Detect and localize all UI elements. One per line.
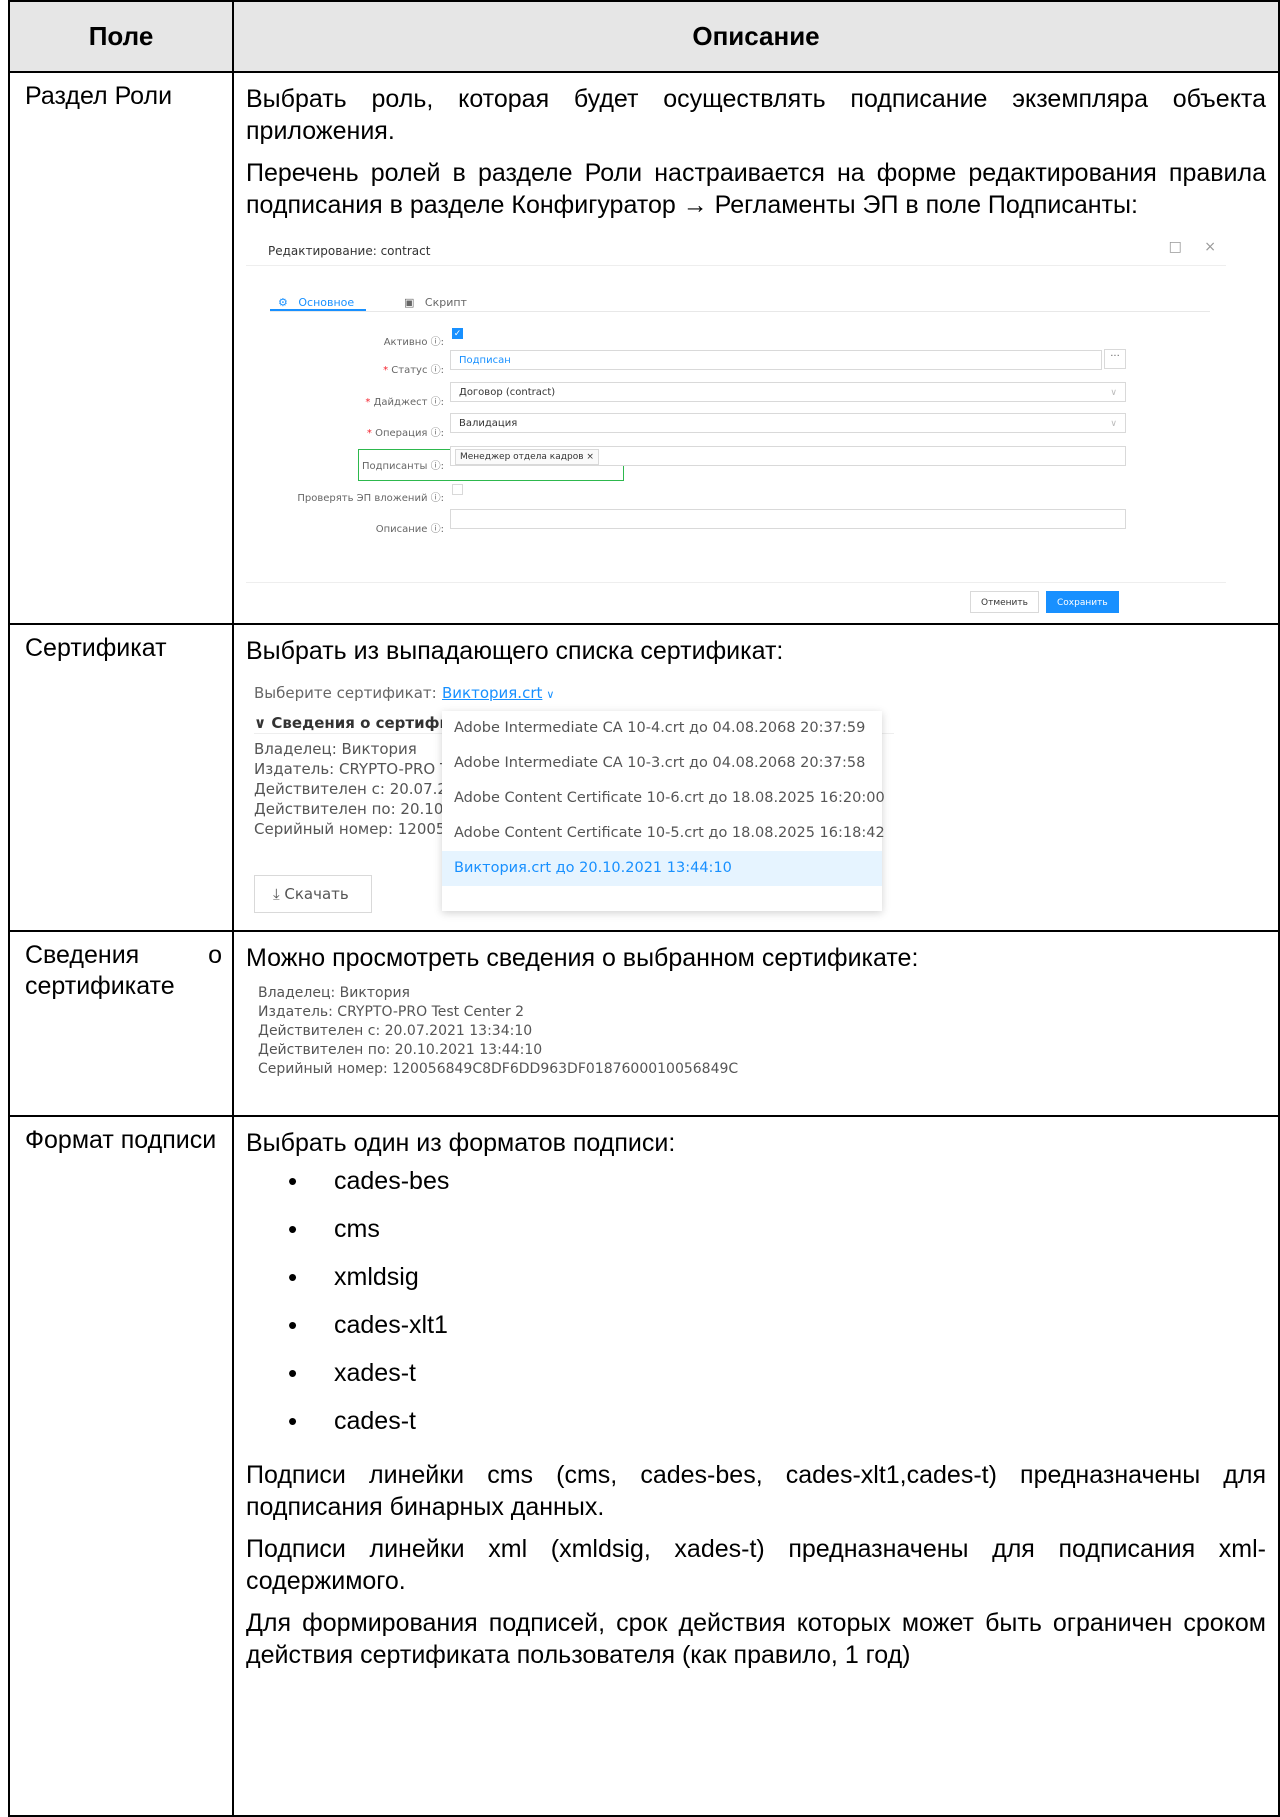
details-owner: Владелец: Виктория [258,985,410,1001]
roles-paragraph-1: Выбрать роль, которая будет осуществлять… [246,85,1266,145]
status-ellipsis-button[interactable]: ··· [1104,349,1126,369]
field-cell-certificate: Сертификат [8,623,234,932]
format-list-item: cades-t [246,1401,1266,1449]
description-cell-certificate: Выбрать из выпадающего списка сертификат… [232,623,1280,932]
details-serial: Серийный номер: 120056849C8DF6DD963DF018… [258,1061,739,1077]
info-line-issuer: Издатель: CRYPTO-PRO Te [254,760,442,778]
check-attachments-checkbox[interactable] [452,484,463,495]
certificate-paragraph-1: Выбрать из выпадающего списка сертификат… [246,637,784,665]
settings-icon: ⚙ [278,296,288,309]
save-button[interactable]: Сохранить [1046,591,1119,613]
table-row-format: Формат подписи Выбрать один из форматов … [8,1115,1280,1817]
dropdown-option-selected[interactable]: Виктория.crt до 20.10.2021 13:44:10 [442,851,882,886]
script-icon: ▣ [404,296,415,309]
details-valid-to: Действителен по: 20.10.2021 13:44:10 [258,1042,543,1058]
edit-form-screenshot: Редактирование: contract □ × ⚙ Основное … [246,225,1226,623]
cancel-button[interactable]: Отменить [970,591,1039,613]
info-line-serial: Серийный номер: 120056 [254,820,442,838]
signers-field[interactable]: Менеджер отдела кадров × [450,446,1126,466]
field-cell-format: Формат подписи [8,1115,234,1817]
table-row-roles: Раздел Роли Выбрать роль, которая будет … [8,71,1280,625]
dropdown-option[interactable]: Adobe Content Certificate 10-5.crt до 18… [442,816,885,851]
operation-label: * Операция ⓘ: [366,428,444,439]
description-cell-format: Выбрать один из форматов подписи: cades-… [232,1115,1280,1817]
header-field: Поле [8,0,234,73]
digest-label: * Дайджест ⓘ: [365,397,444,408]
info-line-valid-to: Действителен по: 20.10.20 [254,800,442,818]
chevron-down-icon: ∨ [1110,388,1117,398]
certificate-dropdown: Adobe Intermediate CA 10-4.crt до 04.08.… [442,711,885,911]
operation-select[interactable]: Валидация ∨ [450,413,1126,433]
certificate-picker-screenshot: Выберите сертификат: Виктория.crt ∨ ∨ Све… [246,671,916,921]
chevron-down-icon: ∨ [546,688,555,701]
signer-tag[interactable]: Менеджер отдела кадров × [455,449,599,465]
format-paragraph-3: Подписи линейки xml (xmldsig, xades-t) п… [246,1535,1266,1595]
format-list-item: xades-t [246,1353,1266,1401]
signers-label: Подписанты ⓘ: [361,461,444,472]
info-line-valid-from: Действителен с: 20.07.202 [254,780,442,798]
check-attachments-label: Проверять ЭП вложений ⓘ: [297,493,444,504]
description-cell-cert-info: Можно просмотреть сведения о выбранном с… [232,930,1280,1117]
tab-script[interactable]: ▣ Скрипт [404,287,467,319]
format-paragraph-4: Для формирования подписей, срок действия… [246,1609,1266,1669]
close-icon[interactable]: × [1204,239,1216,255]
edit-form-title: Редактирование: contract [268,244,431,258]
details-issuer: Издатель: CRYPTO-PRO Test Center 2 [258,1004,525,1020]
certificate-details-screenshot: Владелец: Виктория Издатель: CRYPTO-PRO … [246,974,846,1092]
format-list-item: cades-bes [246,1161,1266,1209]
roles-paragraph-2: Перечень ролей в разделе Роли настраивае… [246,159,1266,219]
status-field[interactable]: Подписан [450,350,1102,370]
dropdown-option[interactable]: Adobe Intermediate CA 10-4.crt до 04.08.… [442,711,882,746]
parameters-table: Поле Описание Раздел Роли Выбрать роль, … [8,0,1280,1817]
details-valid-from: Действителен с: 20.07.2021 13:34:10 [258,1023,533,1039]
format-list-item: cms [246,1209,1266,1257]
field-cell-cert-info: Сведения о сертификате [8,930,234,1117]
table-row-cert-info: Сведения о сертификате Можно просмотреть … [8,930,1280,1117]
description-label: Описание ⓘ: [375,524,444,535]
active-checkbox[interactable]: ✓ [452,328,463,339]
format-list: cades-bes cms xmldsig cades-xlt1 xades-t… [246,1161,1266,1449]
certificate-select[interactable]: Виктория.crt ∨ [442,677,554,711]
cert-info-paragraph-1: Можно просмотреть сведения о выбранном с… [246,944,919,972]
header-description: Описание [232,0,1280,73]
format-list-item: xmldsig [246,1257,1266,1305]
choose-certificate-label: Выберите сертификат: [254,684,437,702]
download-button[interactable]: ⤓ Скачать [254,875,372,913]
description-cell-roles: Выбрать роль, которая будет осуществлять… [232,71,1280,625]
info-line-owner: Владелец: Виктория [254,740,417,758]
format-paragraph-1: Выбрать один из форматов подписи: [246,1129,676,1157]
status-label: * Статус ⓘ: [383,365,444,376]
dropdown-option[interactable]: Adobe Content Certificate 10-6.crt до 18… [442,781,885,816]
dropdown-option[interactable]: Adobe Intermediate CA 10-3.crt до 04.08.… [442,746,882,781]
tab-main[interactable]: ⚙ Основное [278,287,354,319]
description-field[interactable] [450,509,1126,529]
field-cell-roles: Раздел Роли [8,71,234,625]
table-row-certificate: Сертификат Выбрать из выпадающего списка… [8,623,1280,932]
table-header-row: Поле Описание [8,0,1280,73]
maximize-icon[interactable]: □ [1169,239,1182,255]
format-paragraph-2: Подписи линейки cms (cms, cades-bes, cad… [246,1461,1266,1521]
format-list-item: cades-xlt1 [246,1305,1266,1353]
certificate-info-section-title[interactable]: ∨ Сведения о сертифик [254,707,444,739]
digest-select[interactable]: Договор (contract) ∨ [450,382,1126,402]
chevron-down-icon: ∨ [1110,419,1117,429]
